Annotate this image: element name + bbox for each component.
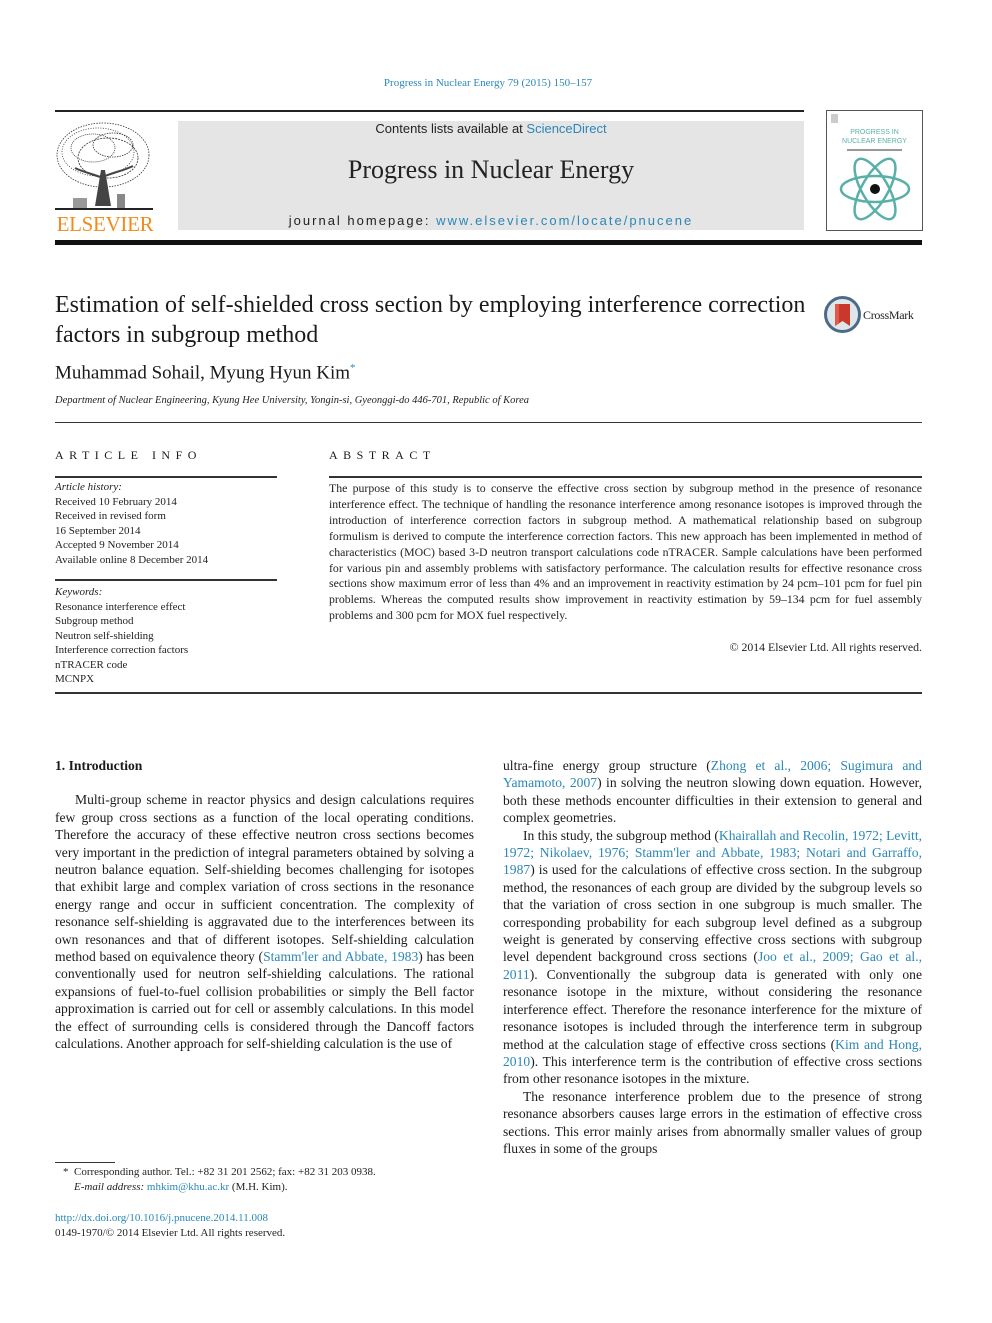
keyword-item: MCNPX bbox=[55, 673, 95, 685]
section-rule bbox=[55, 422, 922, 423]
paragraph: In this study, the subgroup method (Khai… bbox=[503, 827, 923, 1087]
homepage-link[interactable]: www.elsevier.com/locate/pnucene bbox=[436, 213, 693, 228]
keyword-item: Interference correction factors bbox=[55, 644, 189, 656]
contents-prefix: Contents lists available at bbox=[375, 121, 527, 136]
history-item: 16 September 2014 bbox=[55, 524, 141, 537]
history-item: Received in revised form bbox=[55, 510, 166, 522]
crossmark-icon bbox=[824, 296, 861, 333]
homepage-prefix: journal homepage: bbox=[288, 213, 437, 228]
sciencedirect-link[interactable]: ScienceDirect bbox=[526, 121, 606, 136]
journal-citation-link[interactable]: Progress in Nuclear Energy 79 (2015) 150… bbox=[0, 77, 976, 89]
author-affiliation: Department of Nuclear Engineering, Kyung… bbox=[55, 395, 529, 406]
authors: Muhammad Sohail, Myung Hyun Kim bbox=[55, 362, 351, 384]
article-title: Estimation of self-shielded cross sectio… bbox=[55, 292, 806, 348]
history-item: Available online 8 December 2014 bbox=[55, 553, 209, 566]
footnote-rule bbox=[55, 1162, 115, 1163]
abstract-text: The purpose of this study is to conserve… bbox=[329, 481, 922, 623]
author-list: Muhammad Sohail, Myung Hyun Kim* bbox=[55, 362, 356, 384]
article-info-rule bbox=[55, 476, 277, 478]
crossmark-button[interactable]: CrossMark bbox=[824, 296, 924, 336]
abstract-copyright: © 2014 Elsevier Ltd. All rights reserved… bbox=[729, 640, 922, 654]
body-column-right: ultra-fine energy group structure (Zhong… bbox=[503, 757, 922, 1157]
article-info-heading: ARTICLE INFO bbox=[55, 448, 202, 462]
abstract-rule bbox=[329, 476, 922, 478]
paragraph: Multi-group scheme in reactor physics an… bbox=[55, 792, 475, 1052]
contents-availability: Contents lists available at ScienceDirec… bbox=[178, 121, 804, 136]
keywords-label: Keywords: bbox=[55, 586, 103, 598]
citation-link[interactable]: Stamm'ler and Abbate, 1983 bbox=[263, 949, 418, 964]
journal-title: Progress in Nuclear Energy bbox=[347, 155, 635, 184]
journal-cover-thumbnail[interactable]: PROGRESS IN NUCLEAR ENERGY bbox=[826, 110, 923, 231]
keyword-item: Resonance interference effect bbox=[55, 600, 186, 613]
section-heading: 1. Introduction bbox=[55, 758, 143, 773]
email-link[interactable]: mhkim@khu.ac.kr bbox=[147, 1181, 229, 1193]
corresponding-author-note: * Corresponding author. Tel.: +82 31 201… bbox=[63, 1166, 376, 1178]
atom-icon bbox=[839, 157, 911, 221]
keyword-item: nTRACER code bbox=[55, 658, 128, 671]
doi-block: http://dx.doi.org/10.1016/j.pnucene.2014… bbox=[55, 1211, 285, 1241]
history-item: Accepted 9 November 2014 bbox=[55, 539, 179, 551]
header-rule bbox=[55, 110, 804, 112]
journal-homepage: journal homepage: www.elsevier.com/locat… bbox=[178, 213, 804, 228]
crossmark-label: CrossMark bbox=[863, 308, 914, 322]
keyword-item: Subgroup method bbox=[55, 615, 134, 627]
keyword-item: Neutron self-shielding bbox=[55, 629, 154, 642]
doi-link[interactable]: http://dx.doi.org/10.1016/j.pnucene.2014… bbox=[55, 1211, 285, 1226]
email-note: E-mail address: mhkim@khu.ac.kr (M.H. Ki… bbox=[74, 1181, 288, 1193]
keywords-rule bbox=[55, 579, 277, 581]
header-thick-rule bbox=[55, 240, 922, 245]
paragraph: ultra-fine energy group structure (Zhong… bbox=[503, 758, 923, 826]
cover-title: PROGRESS IN NUCLEAR ENERGY bbox=[842, 129, 907, 145]
history-item: Received 10 February 2014 bbox=[55, 495, 177, 508]
article-history-label: Article history: bbox=[55, 481, 122, 493]
corresponding-author-mark[interactable]: * bbox=[350, 362, 356, 374]
front-matter-rule bbox=[55, 692, 922, 694]
publisher-name: ELSEVIER bbox=[56, 212, 154, 236]
abstract-heading: ABSTRACT bbox=[329, 448, 436, 462]
paragraph: The resonance interference problem due t… bbox=[503, 1088, 922, 1156]
body-column-left: 1. Introduction Multi-group scheme in re… bbox=[55, 757, 474, 1053]
footnote: * Corresponding author. Tel.: +82 31 201… bbox=[63, 1165, 376, 1195]
cover-publisher-mark-icon bbox=[831, 114, 838, 123]
keywords: Keywords: Resonance interference effect … bbox=[55, 585, 277, 687]
issn-rights: 0149-1970/© 2014 Elsevier Ltd. All right… bbox=[55, 1227, 286, 1239]
article-history: Article history: Received 10 February 20… bbox=[55, 480, 277, 567]
